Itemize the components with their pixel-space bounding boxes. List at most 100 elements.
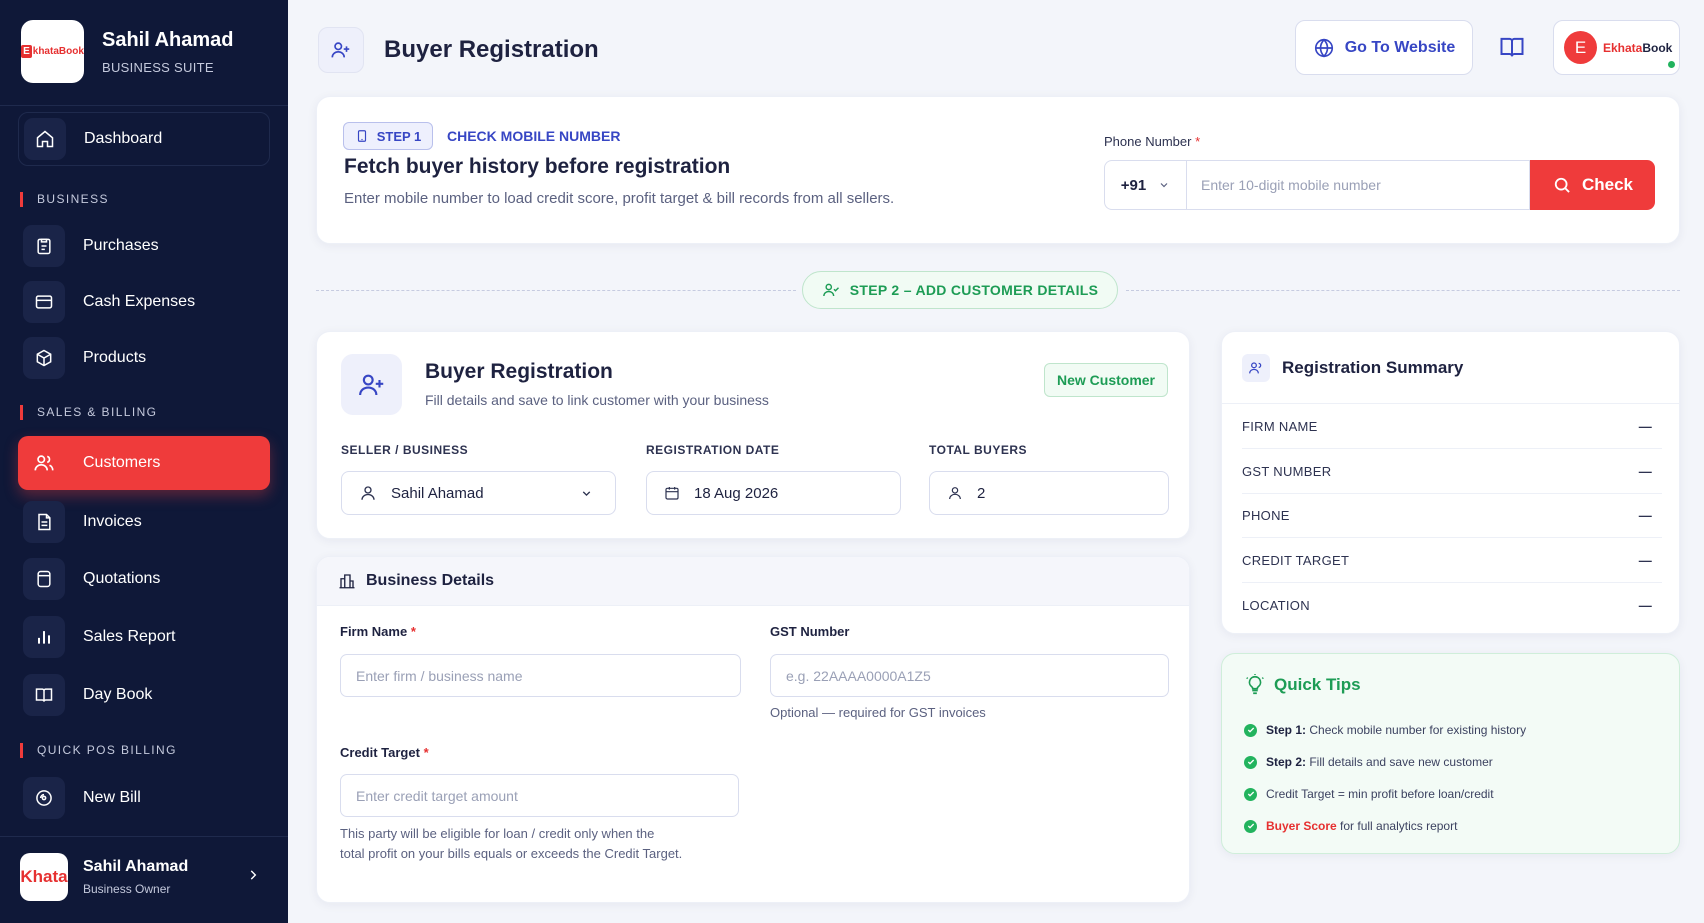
business-details-header: Business Details xyxy=(317,557,1189,606)
home-icon xyxy=(24,118,66,160)
step-divider-left xyxy=(316,290,796,291)
summary-title: Registration Summary xyxy=(1282,357,1464,377)
sidebar-item-customers[interactable]: Customers xyxy=(18,436,270,490)
user-name: Sahil Ahamad xyxy=(83,858,189,875)
user-icon xyxy=(359,484,377,502)
disc-icon xyxy=(23,777,65,819)
summary-row-value: — xyxy=(1638,553,1652,568)
new-customer-badge: New Customer xyxy=(1044,363,1168,397)
total-buyers-value: 2 xyxy=(977,484,986,502)
check-button[interactable]: Check xyxy=(1530,160,1655,210)
online-status-dot xyxy=(1668,61,1675,68)
brand-logo: EkhataBook xyxy=(21,20,84,83)
credit-target-label-text: Credit Target xyxy=(340,745,420,760)
summary-row-label: CREDIT TARGET xyxy=(1242,553,1350,568)
firm-name-input[interactable] xyxy=(340,654,741,697)
tip-item: Credit Target = min profit before loan/c… xyxy=(1244,787,1494,801)
lightbulb-icon xyxy=(1244,674,1266,696)
sidebar-item-quotations[interactable]: Quotations xyxy=(18,552,270,606)
step1-description: Enter mobile number to load credit score… xyxy=(344,190,895,207)
buyer-score-link[interactable]: Buyer Score xyxy=(1266,819,1337,833)
guide-book-button[interactable] xyxy=(1497,32,1527,62)
check-circle-icon xyxy=(1244,819,1257,833)
section-label-sales: SALES & BILLING xyxy=(20,405,157,420)
sidebar-item-purchases[interactable]: Purchases xyxy=(18,219,270,273)
section-label-business: BUSINESS xyxy=(20,192,109,207)
tip-text: Buyer Score for full analytics report xyxy=(1266,819,1457,833)
summary-header: Registration Summary xyxy=(1222,332,1679,404)
registration-title: Buyer Registration xyxy=(425,360,613,383)
sidebar-item-label: Cash Expenses xyxy=(83,293,196,310)
step-divider-right xyxy=(1126,290,1680,291)
seller-select[interactable]: Sahil Ahamad xyxy=(341,471,616,515)
registration-date-field[interactable]: 18 Aug 2026 xyxy=(646,471,901,515)
wallet-icon xyxy=(23,281,65,323)
tip-text: Step 2: Fill details and save new custom… xyxy=(1266,755,1493,769)
sidebar-item-invoices[interactable]: Invoices xyxy=(18,495,270,549)
sidebar-divider xyxy=(0,836,288,837)
registration-subtitle: Fill details and save to link customer w… xyxy=(425,392,769,408)
logo-text: khataBook xyxy=(32,46,84,57)
sidebar-item-label: Day Book xyxy=(83,686,153,703)
firm-name-label: Firm Name * xyxy=(340,624,416,639)
sidebar-item-new-bill[interactable]: New Bill xyxy=(18,771,270,825)
credit-target-input[interactable] xyxy=(340,774,739,817)
sidebar-item-label: Quotations xyxy=(83,570,161,587)
user-plus-icon xyxy=(341,354,402,415)
credit-hint-line: This party will be eligible for loan / c… xyxy=(340,826,655,841)
gst-number-input[interactable] xyxy=(770,654,1169,697)
required-mark: * xyxy=(410,624,416,639)
tip-item: Step 2: Fill details and save new custom… xyxy=(1244,755,1493,769)
summary-row: FIRM NAME — xyxy=(1242,405,1662,449)
account-brand-part-b: Book xyxy=(1642,40,1673,55)
business-details-title: Business Details xyxy=(366,572,495,589)
tip-body: Check mobile number for existing history xyxy=(1306,723,1527,737)
registration-date-value: 18 Aug 2026 xyxy=(694,484,779,502)
quick-tips-card: Quick Tips Step 1: Check mobile number f… xyxy=(1221,653,1680,854)
buyer-registration-card: Buyer Registration Fill details and save… xyxy=(316,331,1190,539)
user-role: Business Owner xyxy=(83,882,171,896)
globe-icon xyxy=(1313,37,1335,59)
required-mark: * xyxy=(1195,134,1201,149)
phone-input-group: +91 Check xyxy=(1104,160,1655,210)
account-avatar: E xyxy=(1564,31,1597,64)
check-circle-icon xyxy=(1244,787,1257,801)
account-menu[interactable]: E EkhataBook xyxy=(1553,20,1680,75)
calendar-icon xyxy=(664,485,680,501)
bar-chart-icon xyxy=(23,616,65,658)
building-icon xyxy=(338,572,356,590)
step1-card: STEP 1 CHECK MOBILE NUMBER Fetch buyer h… xyxy=(316,96,1680,244)
gst-hint: Optional — required for GST invoices xyxy=(770,705,986,720)
credit-hint-line: total profit on your bills equals or exc… xyxy=(340,846,683,861)
user-check-icon xyxy=(822,281,840,299)
sidebar-item-dashboard[interactable]: Dashboard xyxy=(18,112,270,166)
business-details-card: Business Details Firm Name * GST Number … xyxy=(316,556,1190,903)
sidebar-item-day-book[interactable]: Day Book xyxy=(18,668,270,722)
sidebar-item-cash-expenses[interactable]: Cash Expenses xyxy=(18,275,270,329)
step1-title: CHECK MOBILE NUMBER xyxy=(447,128,621,144)
phone-icon xyxy=(355,129,369,143)
user-profile[interactable]: Khata Sahil Ahamad Business Owner xyxy=(20,850,272,904)
sidebar: EkhataBook Sahil Ahamad BUSINESS SUITE D… xyxy=(0,0,288,923)
box-icon xyxy=(23,337,65,379)
total-buyers-label: TOTAL BUYERS xyxy=(929,443,1028,457)
chevron-right-icon xyxy=(246,868,260,887)
logo-e: E xyxy=(21,45,32,58)
sidebar-item-label: Purchases xyxy=(83,237,159,254)
chevron-down-icon xyxy=(580,487,593,500)
sidebar-item-products[interactable]: Products xyxy=(18,331,270,385)
summary-row-value: — xyxy=(1638,419,1652,434)
sidebar-item-sales-report[interactable]: Sales Report xyxy=(18,610,270,664)
brand[interactable]: EkhataBook Sahil Ahamad BUSINESS SUITE xyxy=(21,20,234,83)
sidebar-item-label: Sales Report xyxy=(83,628,176,645)
country-code-select[interactable]: +91 xyxy=(1104,160,1186,210)
phone-number-input[interactable] xyxy=(1186,160,1530,210)
step1-badge: STEP 1 xyxy=(343,122,433,150)
summary-row-value: — xyxy=(1638,464,1652,479)
registration-date-label: REGISTRATION DATE xyxy=(646,443,780,457)
website-button-label: Go To Website xyxy=(1344,38,1456,56)
account-brand-part-a: Ekhata xyxy=(1603,40,1643,55)
go-to-website-button[interactable]: Go To Website xyxy=(1295,20,1473,75)
summary-row: PHONE — xyxy=(1242,494,1662,538)
summary-row: LOCATION — xyxy=(1242,583,1662,627)
